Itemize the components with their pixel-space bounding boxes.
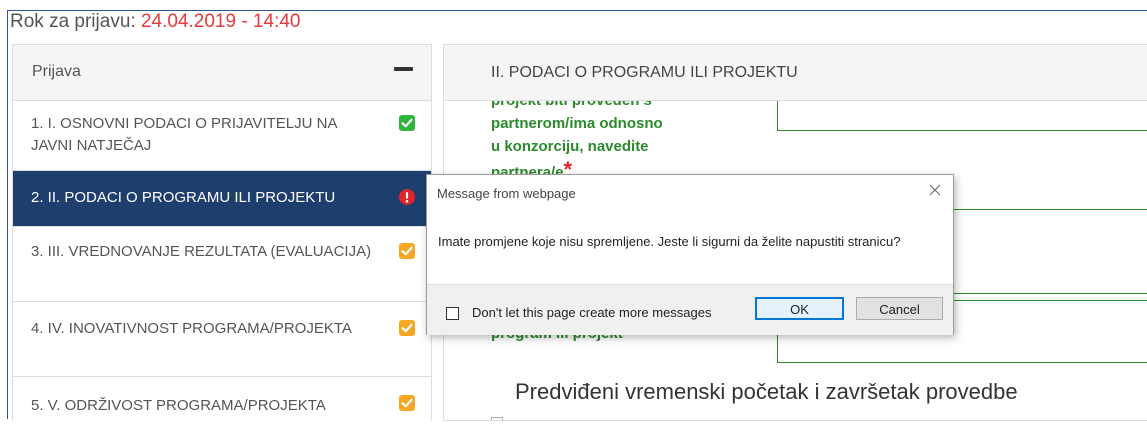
dialog-message: Imate promjene koje nisu spremljene. Jes… (438, 234, 901, 249)
checkmark-icon (399, 243, 415, 259)
sidebar-title: Prijava (32, 63, 81, 80)
partner-text-field[interactable] (777, 101, 1147, 131)
suppress-messages-checkbox[interactable] (446, 307, 459, 320)
deadline-text: Rok za prijavu: 24.04.2019 - 14:40 (10, 11, 300, 33)
exclamation-icon (399, 189, 415, 205)
section-title: Predviđeni vremenski početak i završetak… (515, 379, 1018, 404)
question-label: projekt biti proveden s partnerom/ima od… (491, 101, 663, 184)
deadline-date: 24.04.2019 - 14:40 (140, 11, 301, 32)
sidebar-item-label: 3. III. VREDNOVANJE REZULTATA (EVALUACIJ… (31, 243, 372, 260)
sidebar-item-label: 5. V. ODRŽIVOST PROGRAMA/PROJEKTA (31, 397, 326, 414)
sidebar-item-osnovni-podaci[interactable]: 1. I. OSNOVNI PODACI O PRIJAVITELJU NA J… (13, 101, 431, 171)
dialog-title: Message from webpage (437, 186, 576, 201)
main-panel-header: II. PODACI O PROGRAMU ILI PROJEKTU (444, 45, 1147, 101)
confirm-dialog: Message from webpage Imate promjene koje… (426, 174, 954, 335)
close-icon[interactable] (926, 181, 944, 199)
sidebar-item-odrzivost[interactable]: 5. V. ODRŽIVOST PROGRAMA/PROJEKTA (13, 377, 431, 437)
sidebar-item-vrednovanje-rezultata[interactable]: 3. III. VREDNOVANJE REZULTATA (EVALUACIJ… (13, 227, 431, 302)
question-line: u konzorciju, navedite (491, 138, 649, 155)
suppress-messages-label[interactable]: Don't let this page create more messages (472, 305, 712, 320)
sidebar-item-inovativnost[interactable]: 4. IV. INOVATIVNOST PROGRAMA/PROJEKTA (13, 302, 431, 377)
window-frame-left (7, 10, 8, 419)
dialog-footer: Don't let this page create more messages… (427, 284, 953, 335)
question-line: projekt biti proveden s (491, 101, 663, 112)
page-title: II. PODACI O PROGRAMU ILI PROJEKTU (491, 64, 798, 81)
checkmark-icon (399, 395, 415, 411)
question-line: partnerom/ima odnosno (491, 115, 663, 132)
deadline-label: Rok za prijavu: (10, 11, 141, 32)
sidebar-item-label: 4. IV. INOVATIVNOST PROGRAMA/PROJEKTA (31, 320, 352, 337)
ok-button[interactable]: OK (755, 297, 844, 320)
sidebar-header: Prijava (13, 45, 431, 101)
collapse-icon[interactable] (394, 67, 413, 71)
sidebar: Prijava 1. I. OSNOVNI PODACI O PRIJAVITE… (12, 44, 432, 437)
checkmark-icon (399, 320, 415, 336)
sidebar-item-podaci-o-programu[interactable]: 2. II. PODACI O PROGRAMU ILI PROJEKTU (13, 171, 431, 227)
checkmark-icon (399, 115, 415, 131)
cancel-button[interactable]: Cancel (856, 297, 943, 320)
sidebar-item-label: 2. II. PODACI O PROGRAMU ILI PROJEKTU (31, 189, 336, 206)
sidebar-item-label: 1. I. OSNOVNI PODACI O PRIJAVITELJU NA J… (31, 115, 337, 154)
